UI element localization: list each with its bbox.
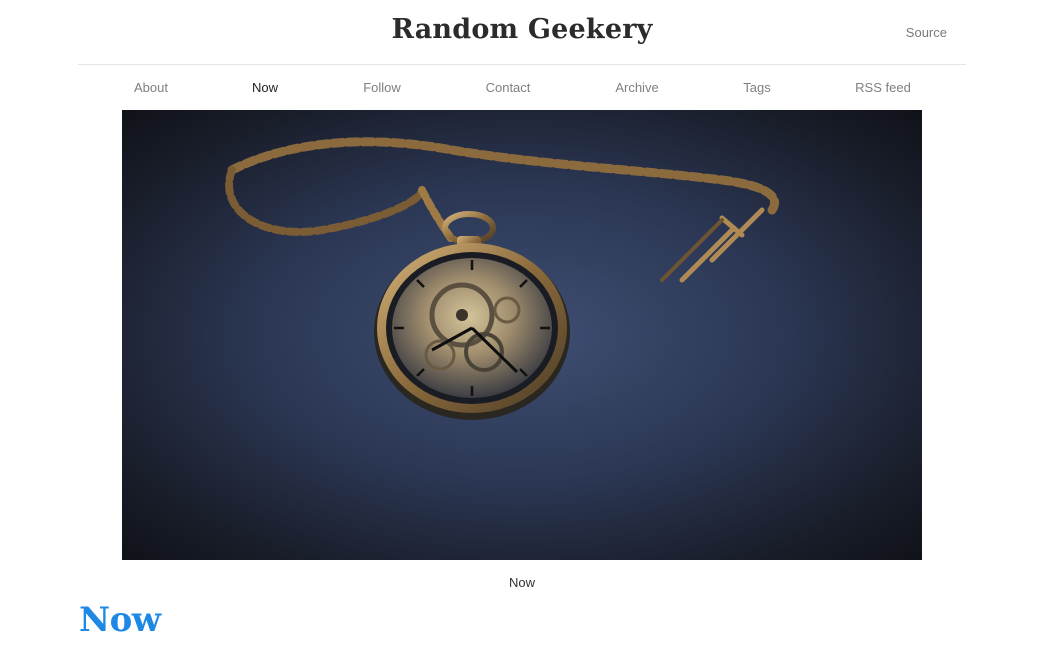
pocket-watch-photo-icon: [122, 110, 922, 560]
nav-item-tags[interactable]: Tags: [743, 80, 770, 95]
nav-item-rss-feed[interactable]: RSS feed: [855, 80, 911, 95]
site-title-link[interactable]: Random Geekery: [78, 14, 966, 45]
nav-item-contact[interactable]: Contact: [486, 80, 531, 95]
source-link[interactable]: Source: [906, 25, 947, 40]
nav-item-follow[interactable]: Follow: [363, 80, 401, 95]
site-header: Random Geekery Source: [78, 0, 966, 65]
nav-item-about[interactable]: About: [134, 80, 168, 95]
hero-image: [122, 110, 922, 560]
page-title: Now: [79, 600, 161, 640]
hero-caption: Now: [508, 575, 535, 590]
nav-item-archive[interactable]: Archive: [615, 80, 658, 95]
main-nav: About Now Follow Contact Archive Tags RS…: [78, 65, 966, 110]
nav-item-now[interactable]: Now: [252, 80, 278, 95]
